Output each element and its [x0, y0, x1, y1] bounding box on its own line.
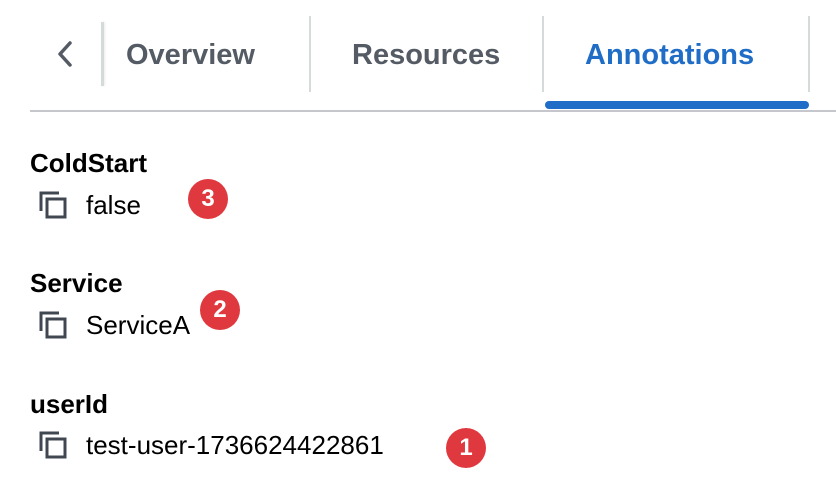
step-badge: 1 [446, 428, 486, 468]
copy-button[interactable] [36, 428, 70, 462]
copy-icon [39, 191, 67, 219]
annotation-row-userid: test-user-1736624422861 [36, 427, 384, 463]
copy-icon [39, 311, 67, 339]
copy-button[interactable] [36, 188, 70, 222]
tab-divider [542, 16, 544, 92]
annotation-key-coldstart: ColdStart [30, 148, 147, 178]
scroll-tabs-left-button[interactable] [40, 26, 90, 82]
tab-resources[interactable]: Resources [352, 26, 500, 84]
copy-icon [39, 431, 67, 459]
active-tab-indicator [545, 101, 809, 109]
tab-divider [808, 16, 810, 92]
annotation-value: false [86, 189, 141, 220]
annotation-value: test-user-1736624422861 [86, 429, 384, 460]
annotation-key-userid: userId [30, 389, 109, 419]
tab-bar: Overview Resources Annotations [0, 0, 836, 112]
step-badge: 2 [200, 290, 240, 330]
annotation-row-coldstart: false [36, 187, 141, 223]
chevron-left-icon [58, 41, 72, 67]
tab-divider [101, 22, 104, 86]
tab-annotations[interactable]: Annotations [585, 26, 754, 84]
annotation-key-service: Service [30, 268, 123, 298]
step-badge: 3 [188, 179, 228, 219]
annotation-row-service: ServiceA [36, 307, 190, 343]
tab-divider [309, 16, 311, 92]
copy-button[interactable] [36, 308, 70, 342]
annotation-value: ServiceA [86, 309, 191, 340]
tab-overview[interactable]: Overview [126, 26, 255, 84]
tabs-bottom-border [30, 110, 836, 112]
